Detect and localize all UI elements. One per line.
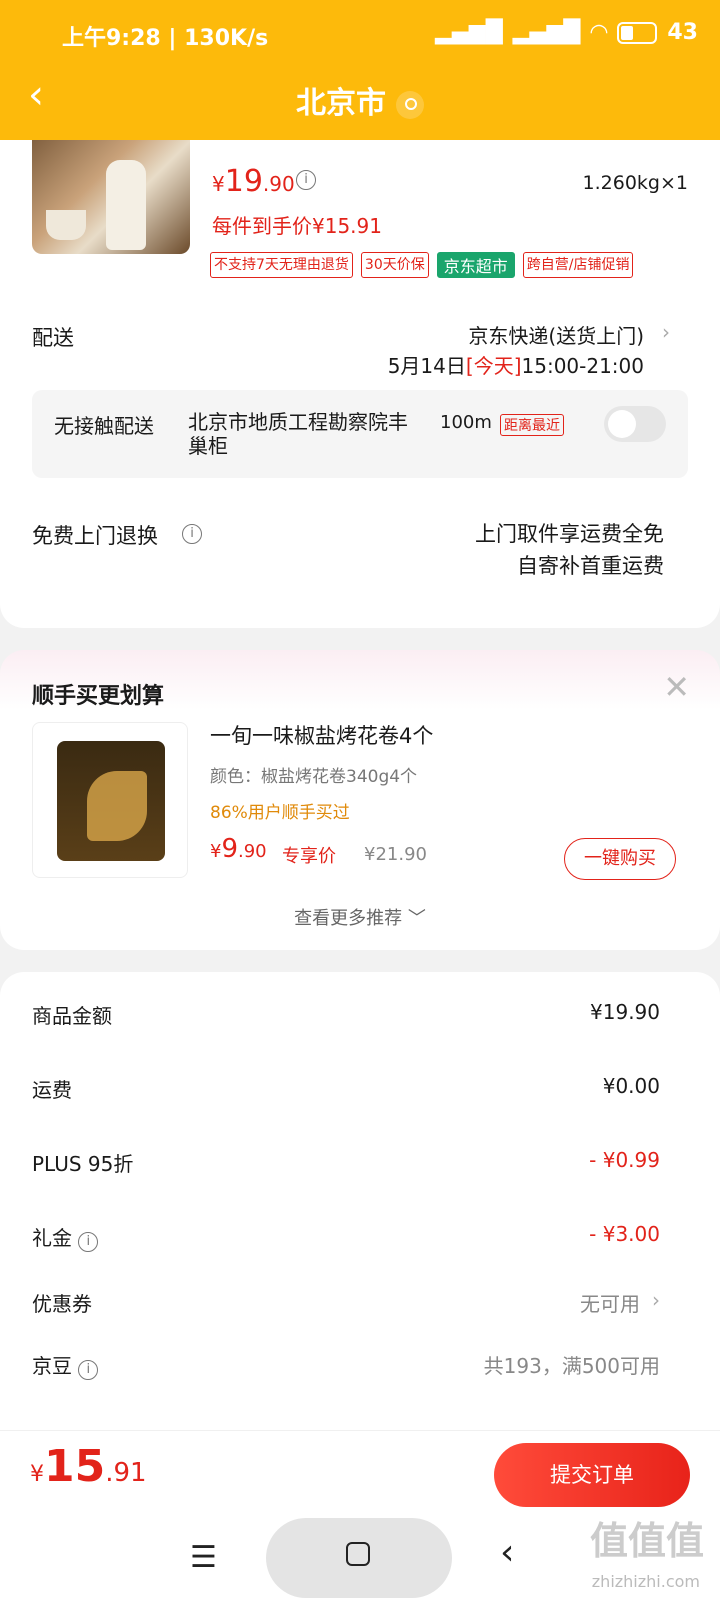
home-icon[interactable]: [346, 1542, 370, 1566]
recommend-product-name[interactable]: 一旬一味椒盐烤花卷4个: [210, 720, 433, 750]
cup-shape: [46, 210, 86, 240]
recommend-bought-rate: 86%用户顺手买过: [210, 803, 350, 823]
total-decimal: .91: [105, 1458, 147, 1488]
gift-info-icon[interactable]: i: [78, 1232, 99, 1252]
free-return-line2: 自寄补首重运费: [517, 554, 664, 578]
nearest-badge: 距离最近: [500, 414, 564, 436]
time-window: 15:00-21:00: [521, 354, 645, 378]
product-tags: 不支持7天无理由退货 30天价保 京东超市 跨自营/店铺促销: [210, 252, 634, 278]
close-icon[interactable]: ✕: [663, 668, 690, 706]
delivery-date: 5月14日: [387, 354, 466, 378]
contactless-delivery: 无接触配送 北京市地质工程勘察院丰巢柜 100m 距离最近: [32, 390, 688, 478]
tag-no-return: 不支持7天无理由退货: [210, 252, 353, 278]
total-integer: 15: [44, 1441, 106, 1492]
watermark-logo: 值值值: [589, 1519, 704, 1563]
product-image[interactable]: [32, 130, 190, 254]
status-time: 上午9:28 | 130K/s: [62, 26, 269, 51]
back-icon[interactable]: ‹: [500, 1532, 514, 1573]
battery-icon: [617, 21, 658, 44]
price-info-icon[interactable]: i: [296, 170, 316, 190]
net-price: 每件到手价¥15.91: [212, 214, 382, 238]
location-pin-icon: [396, 90, 424, 119]
summary-row-plus: PLUS 95折 - ¥0.99: [32, 1148, 660, 1178]
cell-signal-icon: ▂▄▆█: [435, 20, 503, 45]
product-price: ¥19.90: [212, 164, 295, 199]
summary-value: ¥0.00: [602, 1074, 660, 1098]
free-return-line1: 上门取件享运费全免: [475, 522, 664, 546]
summary-label: 运费: [32, 1078, 72, 1102]
jingdou-label: 京豆: [32, 1354, 72, 1378]
recommend-title: 顺手买更划算: [32, 684, 165, 709]
chevron-right-icon: ›: [652, 1288, 660, 1312]
summary-label: 礼金 i: [32, 1222, 99, 1252]
contactless-label: 无接触配送: [54, 414, 154, 438]
summary-value: 无可用: [580, 1292, 640, 1316]
summary-row-goods: 商品金额 ¥19.90: [32, 1000, 660, 1030]
clock-text: 上午9:28: [62, 26, 161, 51]
summary-label: 商品金额: [32, 1004, 112, 1028]
delivery-label: 配送: [32, 326, 74, 350]
summary-row-gift: 礼金 i - ¥3.00: [32, 1222, 660, 1252]
summary-label: PLUS 95折: [32, 1152, 134, 1176]
pickup-locker: 北京市地质工程勘察院丰巢柜: [188, 410, 408, 458]
order-info-card: ¥19.90 i 1.260kg×1 每件到手价¥15.91 不支持7天无理由退…: [0, 100, 720, 628]
summary-row-shipping: 运费 ¥0.00: [32, 1074, 660, 1104]
network-speed: 130K/s: [184, 26, 269, 51]
chevron-right-icon[interactable]: ›: [662, 320, 670, 344]
one-click-buy-button[interactable]: 一键购买: [564, 838, 676, 880]
page-title[interactable]: 北京市: [0, 78, 720, 122]
total-price: ¥15.91: [30, 1441, 147, 1492]
currency-symbol: ¥: [210, 841, 222, 862]
currency-symbol: ¥: [212, 172, 225, 196]
battery-level: 43: [667, 20, 698, 45]
tag-price-protect: 30天价保: [360, 252, 429, 278]
status-bar: 上午9:28 | 130K/s ▂▄▆█ ▂▄▆█ ◠ 43: [0, 0, 720, 70]
summary-value: - ¥0.99: [589, 1148, 660, 1172]
price-integer: 9: [221, 834, 238, 864]
bottle-shape: [106, 160, 146, 250]
locker-distance: 100m: [440, 412, 492, 433]
see-more-recommend[interactable]: 查看更多推荐 ﹀: [0, 904, 720, 930]
jingdou-info-icon[interactable]: i: [78, 1360, 99, 1380]
menu-icon[interactable]: ☰: [190, 1540, 217, 1575]
exclusive-price-label: 专享价: [282, 846, 336, 867]
city-title: 北京市: [296, 86, 386, 121]
snack-package: [57, 741, 165, 861]
summary-label: 京豆 i: [32, 1350, 99, 1380]
currency-symbol: ¥: [30, 1462, 44, 1487]
recommend-card: 顺手买更划算 ✕ 一旬一味椒盐烤花卷4个 颜色：椒盐烤花卷340g4个 86%用…: [0, 650, 720, 950]
price-decimal: .90: [238, 841, 267, 862]
header: 上午9:28 | 130K/s ▂▄▆█ ▂▄▆█ ◠ 43 ‹ 北京市: [0, 0, 720, 140]
recommend-product-spec: 颜色：椒盐烤花卷340g4个: [210, 767, 418, 787]
free-return-label: 免费上门退换: [32, 524, 158, 548]
today-label: [今天]: [465, 354, 522, 378]
contactless-toggle[interactable]: [604, 406, 666, 442]
delivery-time[interactable]: 5月14日[今天]15:00-21:00: [388, 350, 644, 379]
watermark-url: zhizhizhi.com: [591, 1572, 700, 1591]
summary-value: 共193，满500可用: [483, 1354, 660, 1378]
summary-row-coupon[interactable]: 优惠券 无可用 ›: [32, 1288, 660, 1318]
bottom-action-bar: ¥15.91 提交订单: [0, 1430, 720, 1510]
summary-label: 优惠券: [32, 1292, 92, 1316]
recommend-price: ¥9.90: [210, 834, 267, 864]
recommend-product-image[interactable]: [32, 722, 188, 878]
delivery-method[interactable]: 京东快递(送货上门): [468, 320, 644, 349]
summary-value: - ¥3.00: [589, 1222, 660, 1246]
price-summary-card: 商品金额 ¥19.90 运费 ¥0.00 PLUS 95折 - ¥0.99 礼金…: [0, 972, 720, 1432]
tag-jd-supermarket: 京东超市: [436, 252, 515, 278]
summary-row-jingdou: 京豆 i 共193，满500可用: [32, 1350, 660, 1380]
submit-order-button[interactable]: 提交订单: [494, 1443, 690, 1507]
summary-value: ¥19.90: [590, 1000, 660, 1024]
original-price: ¥21.90: [364, 844, 427, 865]
nav-bar: ‹ 北京市: [0, 72, 720, 128]
price-integer: 19: [224, 164, 263, 199]
status-icons: ▂▄▆█ ▂▄▆█ ◠ 43: [435, 20, 698, 45]
cell-signal-2-icon: ▂▄▆█: [512, 20, 581, 45]
wifi-icon: ◠: [590, 20, 608, 45]
gift-label: 礼金: [32, 1226, 72, 1250]
free-return-info-icon[interactable]: i: [182, 524, 202, 544]
tag-promotion: 跨自营/店铺促销: [522, 252, 634, 278]
weight-quantity: 1.260kg×1: [582, 172, 688, 194]
price-decimal: .90: [262, 172, 295, 196]
